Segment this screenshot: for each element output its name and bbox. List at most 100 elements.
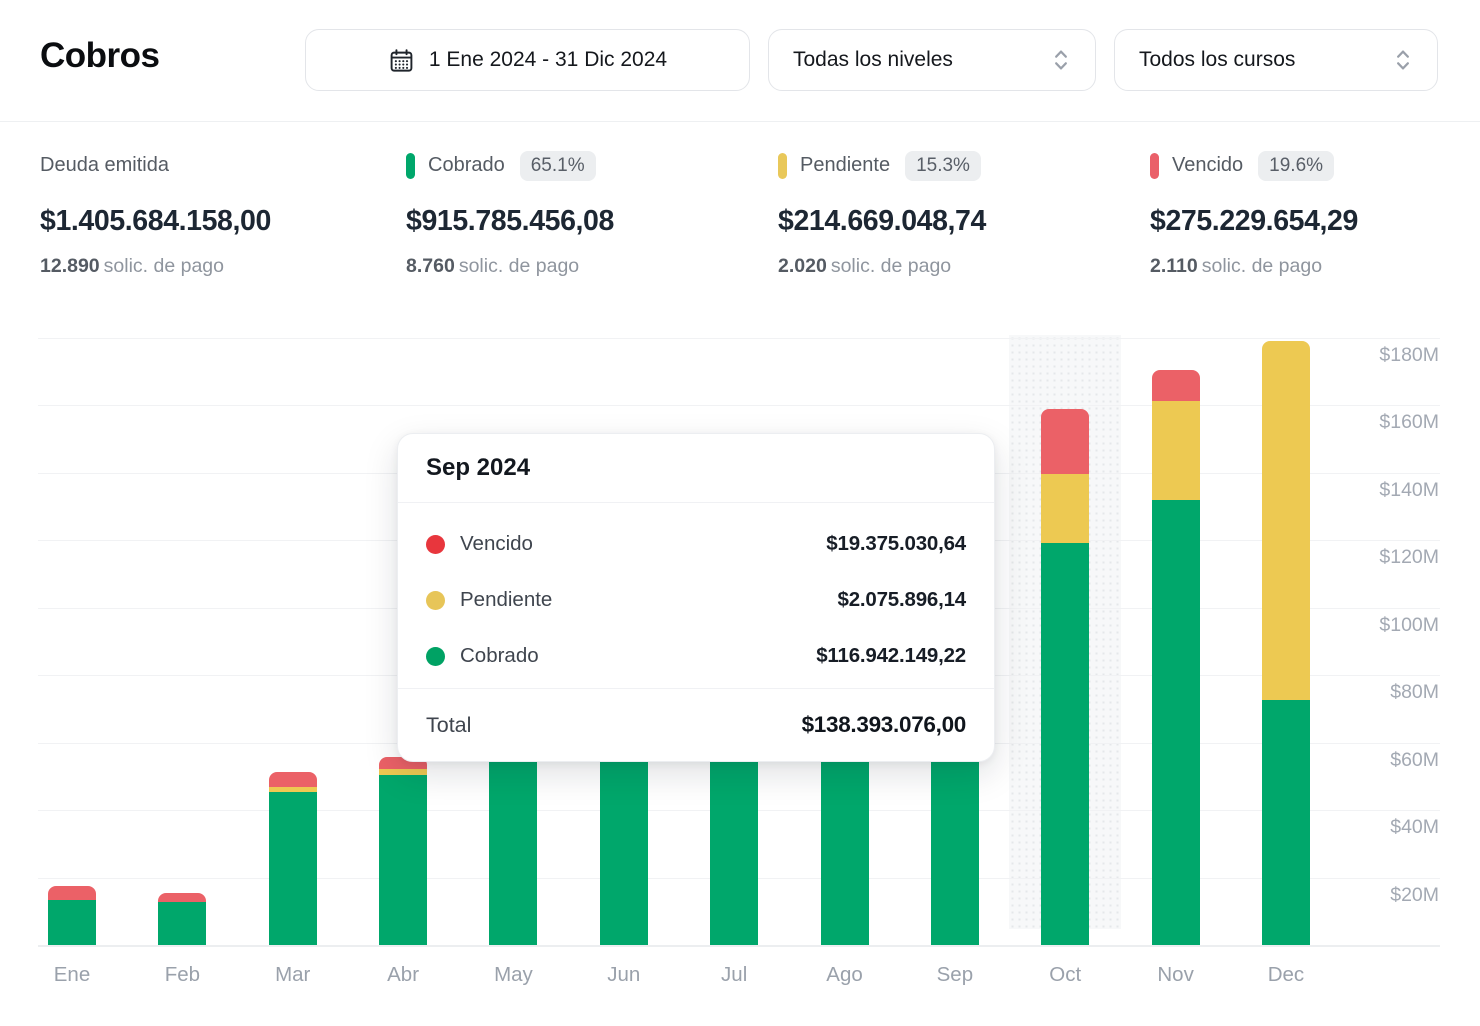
stat-subtext: 2.020solic. de pago xyxy=(778,255,1138,278)
x-axis-month-label: Ago xyxy=(795,963,895,987)
bar-segment-cobrado-ago[interactable] xyxy=(821,743,869,946)
chart-tooltip: Sep 2024 Vencido $19.375.030,64 Pendient… xyxy=(397,433,995,762)
x-axis-month-label: May xyxy=(463,963,563,987)
chevron-up-down-icon xyxy=(1051,48,1071,72)
tooltip-row-label: Vencido xyxy=(460,532,533,556)
x-axis-month-label: Feb xyxy=(132,963,232,987)
vencido-dot-icon xyxy=(426,535,445,554)
stat-label: Pendiente xyxy=(800,154,890,177)
stat-count: 8.760 xyxy=(406,255,455,277)
stat-percent-badge: 19.6% xyxy=(1258,151,1334,181)
stat-subtext: 2.110solic. de pago xyxy=(1150,255,1480,278)
bar-segment-cobrado-dec[interactable] xyxy=(1262,700,1310,945)
cobrado-dot-icon xyxy=(426,647,445,666)
bar-segment-cobrado-mar[interactable] xyxy=(269,792,317,945)
x-axis-month-label: Ene xyxy=(22,963,122,987)
tooltip-row-vencido: Vencido $19.375.030,64 xyxy=(426,516,966,572)
stat-card-vencido: Vencido 19.6% $275.229.654,29 2.110solic… xyxy=(1150,150,1480,278)
bar-segment-cobrado-abr[interactable] xyxy=(379,775,427,945)
bar-segment-cobrado-nov[interactable] xyxy=(1152,500,1200,945)
stat-card-pendiente: Pendiente 15.3% $214.669.048,74 2.020sol… xyxy=(778,150,1138,278)
stat-count-suffix: solic. de pago xyxy=(104,255,224,277)
tooltip-row-value: $19.375.030,64 xyxy=(826,532,966,556)
bar-segment-vencido-nov[interactable] xyxy=(1152,370,1200,401)
stat-label: Vencido xyxy=(1172,154,1243,177)
y-axis-tick-label: $160M xyxy=(1319,411,1439,434)
course-filter-select[interactable]: Todos los cursos xyxy=(1114,29,1438,91)
pendiente-color-pill xyxy=(778,153,787,179)
x-axis-month-label: Sep xyxy=(905,963,1005,987)
y-axis-tick-label: $100M xyxy=(1319,614,1439,637)
tooltip-total-value: $138.393.076,00 xyxy=(802,712,966,738)
stat-count-suffix: solic. de pago xyxy=(459,255,579,277)
y-axis-tick-label: $20M xyxy=(1319,884,1439,907)
tooltip-row-cobrado: Cobrado $116.942.149,22 xyxy=(426,628,966,684)
bar-segment-vencido-ene[interactable] xyxy=(48,886,96,900)
bar-segment-cobrado-feb[interactable] xyxy=(158,902,206,945)
stat-count: 2.020 xyxy=(778,255,827,277)
bar-segment-pendiente-nov[interactable] xyxy=(1152,401,1200,500)
bar-segment-cobrado-jul[interactable] xyxy=(710,743,758,946)
bar-segment-vencido-feb[interactable] xyxy=(158,893,206,902)
stat-value: $1.405.684.158,00 xyxy=(40,205,400,238)
stat-card-cobrado: Cobrado 65.1% $915.785.456,08 8.760solic… xyxy=(406,150,766,278)
chevron-up-down-icon xyxy=(1393,48,1413,72)
x-axis-month-label: Nov xyxy=(1126,963,1226,987)
pendiente-dot-icon xyxy=(426,591,445,610)
y-axis-tick-label: $80M xyxy=(1319,681,1439,704)
stat-label: Cobrado xyxy=(428,154,505,177)
tooltip-total-label: Total xyxy=(426,713,471,738)
stat-card-deuda-emitida: Deuda emitida $1.405.684.158,00 12.890so… xyxy=(40,150,400,278)
cobrado-color-pill xyxy=(406,153,415,179)
calendar-icon xyxy=(388,47,415,74)
x-axis-month-label: Mar xyxy=(243,963,343,987)
stat-count-suffix: solic. de pago xyxy=(1202,255,1322,277)
stat-subtext: 12.890solic. de pago xyxy=(40,255,400,278)
bar-segment-vencido-mar[interactable] xyxy=(269,772,317,787)
bar-segment-cobrado-oct[interactable] xyxy=(1041,543,1089,945)
gridline xyxy=(38,405,1440,406)
date-range-label: 1 Ene 2024 - 31 Dic 2024 xyxy=(429,48,667,72)
y-axis-tick-label: $40M xyxy=(1319,816,1439,839)
x-axis-month-label: Oct xyxy=(1015,963,1115,987)
stat-count: 12.890 xyxy=(40,255,100,277)
tooltip-title: Sep 2024 xyxy=(398,434,994,503)
stat-value: $214.669.048,74 xyxy=(778,205,1138,238)
y-axis-tick-label: $60M xyxy=(1319,749,1439,772)
course-filter-value: Todos los cursos xyxy=(1139,48,1295,72)
x-axis-line xyxy=(38,945,1440,947)
stat-label: Deuda emitida xyxy=(40,154,169,177)
header: Cobros 1 Ene 2024 - 31 Dic 2024 To xyxy=(0,0,1480,122)
bar-segment-cobrado-ene[interactable] xyxy=(48,900,96,945)
stat-percent-badge: 65.1% xyxy=(520,151,596,181)
gridline xyxy=(38,338,1440,339)
bar-segment-pendiente-mar[interactable] xyxy=(269,787,317,792)
stat-value: $915.785.456,08 xyxy=(406,205,766,238)
tooltip-row-value: $116.942.149,22 xyxy=(816,644,966,668)
cobros-dashboard: Cobros 1 Ene 2024 - 31 Dic 2024 To xyxy=(0,0,1480,1026)
level-filter-select[interactable]: Todas los niveles xyxy=(768,29,1096,91)
tooltip-total-row: Total $138.393.076,00 xyxy=(398,688,994,761)
y-axis-tick-label: $120M xyxy=(1319,546,1439,569)
x-axis-month-label: Jun xyxy=(574,963,674,987)
stat-count-suffix: solic. de pago xyxy=(831,255,951,277)
x-axis-month-label: Dec xyxy=(1236,963,1336,987)
stat-percent-badge: 15.3% xyxy=(905,151,981,181)
bar-segment-cobrado-may[interactable] xyxy=(489,743,537,946)
bar-segment-pendiente-abr[interactable] xyxy=(379,769,427,775)
date-range-picker[interactable]: 1 Ene 2024 - 31 Dic 2024 xyxy=(305,29,750,91)
y-axis-tick-label: $180M xyxy=(1319,344,1439,367)
vencido-color-pill xyxy=(1150,153,1159,179)
x-axis-month-label: Jul xyxy=(684,963,784,987)
bar-segment-vencido-oct[interactable] xyxy=(1041,409,1089,474)
tooltip-row-label: Pendiente xyxy=(460,588,552,612)
page-title: Cobros xyxy=(40,36,160,76)
tooltip-row-value: $2.075.896,14 xyxy=(838,588,967,612)
stat-subtext: 8.760solic. de pago xyxy=(406,255,766,278)
bar-segment-cobrado-jun[interactable] xyxy=(600,743,648,946)
tooltip-row-pendiente: Pendiente $2.075.896,14 xyxy=(426,572,966,628)
level-filter-value: Todas los niveles xyxy=(793,48,953,72)
bar-segment-pendiente-dec[interactable] xyxy=(1262,341,1310,700)
stat-value: $275.229.654,29 xyxy=(1150,205,1480,238)
bar-segment-pendiente-oct[interactable] xyxy=(1041,474,1089,543)
